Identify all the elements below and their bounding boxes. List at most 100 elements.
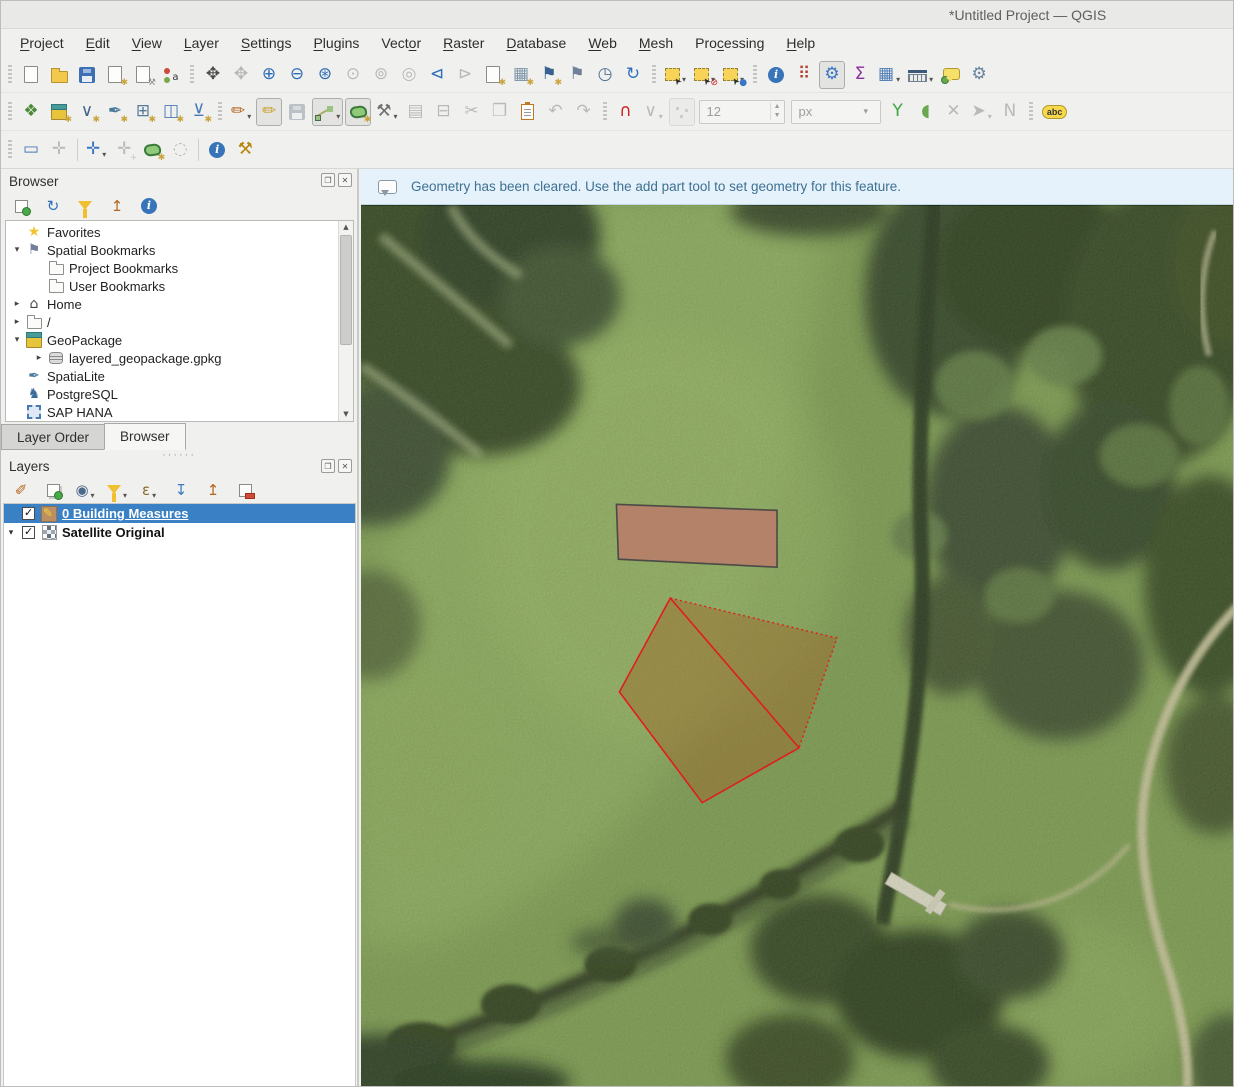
enable-disable-properties-widget-button[interactable] xyxy=(136,194,162,218)
new-shapefile-layer-button[interactable]: ∨✱ xyxy=(74,98,100,126)
processing-toolbox-button[interactable]: ⚙ xyxy=(819,61,845,89)
tree-item-spatial-bookmarks[interactable]: ▾⚑Spatial Bookmarks xyxy=(6,241,353,259)
layer-item-satellite-original[interactable]: ▾Satellite Original xyxy=(4,523,355,542)
collapse-all-button[interactable]: ↥ xyxy=(104,194,130,218)
tree-item-project-bookmarks[interactable]: Project Bookmarks xyxy=(6,259,353,277)
current-edits-button[interactable]: ✏▾ xyxy=(228,98,254,126)
dropdown-arrow-icon[interactable]: ▾ xyxy=(91,481,95,500)
browser-scrollbar[interactable]: ▲ ▼ xyxy=(338,221,353,421)
tree-item-home[interactable]: ▸⌂Home xyxy=(6,295,353,313)
expander-icon[interactable]: ▸ xyxy=(10,299,24,309)
tree-item-[interactable]: ▸/ xyxy=(6,313,353,331)
measure-button[interactable]: ▾ xyxy=(905,61,936,89)
close-panel-button[interactable]: ✕ xyxy=(338,459,352,473)
expander-icon[interactable]: ▾ xyxy=(4,528,18,538)
menu-mesh[interactable]: Mesh xyxy=(628,31,684,55)
float-panel-button[interactable]: ❐ xyxy=(321,459,335,473)
tree-item-favorites[interactable]: ★Favorites xyxy=(6,223,353,241)
expander-icon[interactable]: ▸ xyxy=(10,317,24,327)
new-spatialite-layer-button[interactable]: ✒✱ xyxy=(102,98,128,126)
show-layout-manager-button[interactable]: ⚒ xyxy=(130,61,156,89)
new-mesh-layer-button[interactable]: ◫✱ xyxy=(158,98,184,126)
new-3d-map-view-button[interactable]: ▦✱ xyxy=(508,61,534,89)
menu-database[interactable]: Database xyxy=(495,31,577,55)
offset-curve-button[interactable]: ▭ xyxy=(18,136,44,164)
new-project-button[interactable] xyxy=(18,61,44,89)
expand-all-button[interactable]: ↧ xyxy=(168,478,194,502)
open-data-source-manager-button[interactable]: ❖ xyxy=(18,98,44,126)
add-selected-layers-button[interactable] xyxy=(8,194,34,218)
style-manager-button[interactable] xyxy=(158,61,184,89)
tab-layer-order[interactable]: Layer Order xyxy=(1,424,105,450)
layer-labeling-options-button[interactable] xyxy=(1039,98,1071,126)
enable-snapping-button[interactable]: ∩ xyxy=(613,98,639,126)
metasearch-button[interactable]: ⚙ xyxy=(966,61,992,89)
statistical-summary-button[interactable]: ⠿ xyxy=(791,61,817,89)
topological-editing-button[interactable]: Y xyxy=(885,98,911,126)
digitize-with-segment-button[interactable]: ▾ xyxy=(312,98,343,126)
tree-item-postgresql[interactable]: ♞PostgreSQL xyxy=(6,385,353,403)
tab-browser[interactable]: Browser xyxy=(104,423,186,450)
add-polygon-feature-button[interactable]: ✱ xyxy=(345,98,371,126)
dropdown-arrow-icon[interactable]: ▾ xyxy=(102,140,106,159)
show-spatial-bookmarks-button[interactable]: ⚑ xyxy=(564,61,590,89)
open-project-button[interactable] xyxy=(46,61,72,89)
dropdown-arrow-icon[interactable]: ▾ xyxy=(152,481,156,500)
zoom-out-button[interactable]: ⊖ xyxy=(284,61,310,89)
filter-legend-by-expression-button[interactable]: ε▾ xyxy=(136,478,162,502)
reshape-features-button[interactable]: ✱ xyxy=(139,136,165,164)
filter-legend-button[interactable]: ▾ xyxy=(104,478,130,502)
pan-map-button[interactable]: ✥ xyxy=(200,61,226,89)
dropdown-arrow-icon[interactable]: ▾ xyxy=(123,481,127,500)
new-temporary-scratch-layer-button[interactable]: ⊞✱ xyxy=(130,98,156,126)
expander-icon[interactable]: ▸ xyxy=(32,353,46,363)
avoid-overlap-on-active-layer-button[interactable]: ◖ xyxy=(913,98,939,126)
open-layer-styling-panel-button[interactable]: ✐ xyxy=(8,478,34,502)
filter-browser-button[interactable] xyxy=(72,194,98,218)
refresh-browser-button[interactable]: ↻ xyxy=(40,194,66,218)
temporal-controller-button[interactable]: ◷ xyxy=(592,61,618,89)
menu-vector[interactable]: Vector xyxy=(370,31,432,55)
advanced-digitizing-options-button[interactable]: ⚒ xyxy=(232,136,258,164)
menu-view[interactable]: View xyxy=(121,31,173,55)
dropdown-arrow-icon[interactable]: ▾ xyxy=(247,102,251,121)
manage-map-themes-button[interactable]: ◉▾ xyxy=(72,478,98,502)
tree-item-spatialite[interactable]: ✒SpatiaLite xyxy=(6,367,353,385)
new-spatial-bookmark-button[interactable]: ⚑✱ xyxy=(536,61,562,89)
menu-web[interactable]: Web xyxy=(577,31,628,55)
new-map-view-button[interactable]: ✱ xyxy=(480,61,506,89)
remove-layer-group-button[interactable] xyxy=(232,478,258,502)
dropdown-arrow-icon[interactable]: ▾ xyxy=(929,65,933,84)
layer-visibility-checkbox[interactable] xyxy=(22,526,35,539)
refresh-map-button[interactable]: ↻ xyxy=(620,61,646,89)
zoom-last-button[interactable]: ⊲ xyxy=(424,61,450,89)
menu-project[interactable]: Project xyxy=(9,31,75,55)
new-virtual-layer-button[interactable]: ⊻✱ xyxy=(186,98,212,126)
zoom-in-button[interactable]: ⊕ xyxy=(256,61,282,89)
expander-icon[interactable]: ▾ xyxy=(10,245,24,255)
menu-raster[interactable]: Raster xyxy=(432,31,495,55)
menu-layer[interactable]: Layer xyxy=(173,31,230,55)
add-group-button[interactable] xyxy=(40,478,66,502)
dropdown-arrow-icon[interactable]: ▾ xyxy=(896,65,900,84)
toggle-editing-button[interactable]: ✏ xyxy=(256,98,282,126)
map-canvas[interactable] xyxy=(361,205,1234,1087)
tree-item-user-bookmarks[interactable]: User Bookmarks xyxy=(6,277,353,295)
map-tips-button[interactable] xyxy=(938,61,964,89)
close-panel-button[interactable]: ✕ xyxy=(338,173,352,187)
layer-visibility-checkbox[interactable] xyxy=(22,507,35,520)
dropdown-arrow-icon[interactable]: ▾ xyxy=(659,102,663,121)
open-attribute-table-button[interactable]: ▦▾ xyxy=(875,61,903,89)
show-statistics-button[interactable]: Σ xyxy=(847,61,873,89)
select-features-button[interactable]: ▾ xyxy=(662,61,689,89)
move-feature-button[interactable]: ✛▾ xyxy=(83,136,109,164)
menu-processing[interactable]: Processing xyxy=(684,31,775,55)
layer-item-0-building-measures[interactable]: 0 Building Measures xyxy=(4,504,355,523)
scroll-down-icon[interactable]: ▼ xyxy=(339,408,353,421)
new-print-layout-button[interactable]: ✱ xyxy=(102,61,128,89)
identify-features-button[interactable] xyxy=(763,61,789,89)
expander-icon[interactable]: ▾ xyxy=(10,335,24,345)
dropdown-arrow-icon[interactable]: ▾ xyxy=(336,102,340,121)
scrollbar-thumb[interactable] xyxy=(340,235,352,345)
panel-splitter[interactable]: ······ xyxy=(1,452,357,458)
